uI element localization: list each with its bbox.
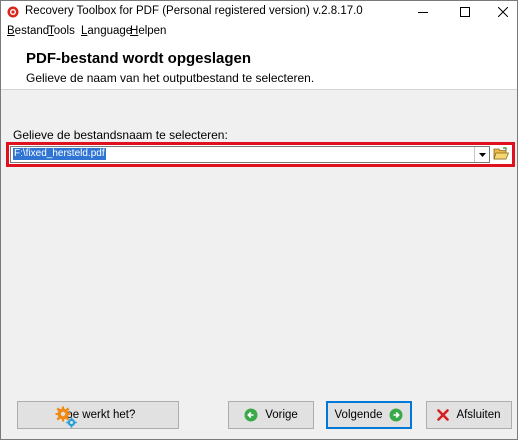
filename-highlight-box: F:\fixed_hersteld.pdf	[6, 142, 515, 167]
content-panel: Gelieve de bestandsnaam te selecteren: F…	[1, 90, 517, 392]
filename-combobox[interactable]: F:\fixed_hersteld.pdf	[10, 146, 490, 163]
menu-language[interactable]: Language	[81, 25, 132, 37]
menu-bestand[interactable]: Bestand	[7, 25, 49, 37]
minimize-button[interactable]	[405, 1, 441, 23]
menu-bar: Bestand Tools Language Helpen	[1, 23, 517, 41]
dropdown-button[interactable]	[474, 147, 489, 162]
open-folder-icon	[493, 147, 509, 160]
arrow-right-icon	[389, 408, 403, 422]
close-button[interactable]	[485, 1, 518, 23]
minimize-icon	[418, 12, 428, 13]
next-label: Volgende	[334, 409, 383, 421]
previous-label: Vorige	[265, 409, 298, 421]
browse-folder-button[interactable]	[492, 145, 510, 163]
title-bar: Recovery Toolbox for PDF (Personal regis…	[1, 1, 517, 23]
page-subtitle: Gelieve de naam van het outputbestand te…	[26, 71, 315, 85]
app-window: Recovery Toolbox for PDF (Personal regis…	[0, 0, 518, 440]
filename-label: Gelieve de bestandsnaam te selecteren:	[13, 128, 228, 142]
wizard-footer: Hoe werkt het? Vorige Volgende Afsluiten	[1, 392, 517, 439]
next-button[interactable]: Volgende	[326, 401, 412, 429]
exit-button[interactable]: Afsluiten	[426, 401, 512, 429]
previous-button[interactable]: Vorige	[228, 401, 314, 429]
arrow-left-icon	[244, 408, 258, 422]
close-icon	[498, 7, 508, 17]
gears-icon	[54, 405, 78, 432]
how-it-works-button[interactable]: Hoe werkt het?	[17, 401, 179, 429]
filename-value[interactable]: F:\fixed_hersteld.pdf	[13, 148, 106, 160]
page-title: PDF-bestand wordt opgeslagen	[26, 50, 252, 67]
close-x-icon	[437, 409, 450, 421]
maximize-icon	[460, 7, 470, 17]
menu-tools[interactable]: Tools	[48, 25, 75, 37]
maximize-button[interactable]	[447, 1, 483, 23]
step-header: PDF-bestand wordt opgeslagen Gelieve de …	[1, 41, 517, 90]
chevron-down-icon	[478, 152, 486, 157]
window-title: Recovery Toolbox for PDF (Personal regis…	[25, 5, 363, 17]
app-logo-icon	[7, 6, 19, 18]
exit-label: Afsluiten	[456, 409, 501, 421]
menu-helpen[interactable]: Helpen	[130, 25, 166, 37]
